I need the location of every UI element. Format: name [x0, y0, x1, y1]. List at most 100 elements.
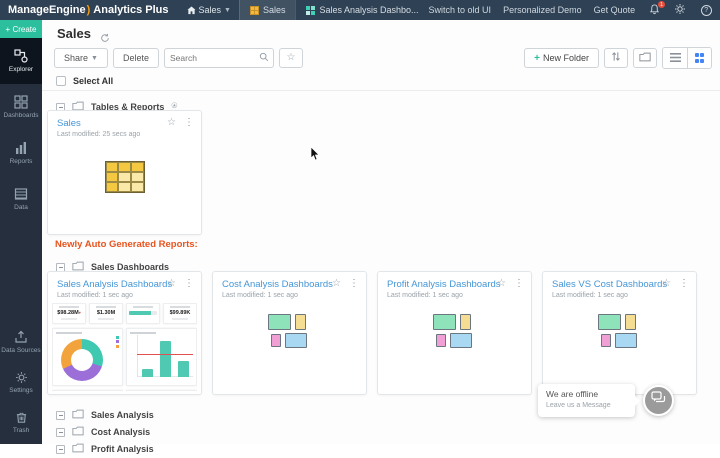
brand-swoosh: ) — [86, 4, 91, 16]
topbar-right: Switch to old UI Personalized Demo Get Q… — [429, 1, 720, 17]
chat-button[interactable] — [643, 385, 674, 416]
sidebar-item-explorer[interactable]: Explorer — [0, 38, 42, 84]
card-header: Sales Last modified: 25 secs ago ☆ ⋮ — [48, 111, 201, 140]
workspace-name: Sales — [198, 5, 222, 15]
sidebar-item-settings[interactable]: Settings — [0, 362, 42, 402]
chart-legend — [116, 335, 119, 348]
tab-sales-analysis-dashboard[interactable]: Sales Analysis Dashbo... — [295, 0, 428, 20]
kebab-menu-icon[interactable]: ⋮ — [349, 279, 359, 289]
kebab-menu-icon[interactable]: ⋮ — [184, 279, 194, 289]
share-button[interactable]: Share ▼ — [54, 48, 108, 68]
brand-name: ManageEngine — [8, 4, 86, 16]
card-sales-analysis-dashboards[interactable]: Sales Analysis Dashboards Last modified:… — [47, 271, 202, 395]
section-sales-analysis: Sales Analysis — [56, 406, 154, 424]
list-view-button[interactable] — [663, 48, 687, 68]
sort-button[interactable] — [604, 48, 628, 68]
star-icon[interactable]: ☆ — [497, 279, 506, 289]
bar-chart-panel — [126, 327, 197, 386]
reports-icon — [14, 141, 28, 155]
chevron-down-icon: ▼ — [224, 6, 231, 14]
data-sources-icon — [14, 330, 28, 344]
select-all-label: Select All — [73, 76, 114, 86]
folder-icon — [72, 423, 84, 441]
sidebar-item-data[interactable]: Data — [0, 176, 42, 222]
new-folder-button[interactable]: + New Folder — [524, 48, 599, 68]
bar-chart — [139, 337, 192, 377]
dashboard-thumbnail-icon — [267, 314, 312, 352]
card-sales-table[interactable]: Sales Last modified: 25 secs ago ☆ ⋮ — [47, 110, 202, 235]
data-icon — [14, 187, 28, 201]
settings-button[interactable] — [673, 3, 687, 17]
select-all-row: Select All — [56, 76, 113, 86]
card-modified: Last modified: 1 sec ago — [387, 292, 463, 299]
search-input[interactable] — [164, 53, 259, 63]
create-button[interactable]: + Create — [0, 20, 42, 38]
tab-label: Sales Analysis Dashbo... — [319, 5, 419, 15]
star-icon: ☆ — [286, 52, 296, 63]
plus-icon: + — [534, 52, 540, 64]
star-icon[interactable]: ☆ — [662, 279, 671, 289]
section-label: Profit Analysis — [91, 444, 154, 454]
tab-sales[interactable]: Sales — [238, 0, 296, 20]
dashboard-thumbnail-icon — [432, 314, 477, 352]
card-profit-analysis-dashboards[interactable]: Profit Analysis Dashboards Last modified… — [377, 271, 532, 395]
sidebar-item-data-sources[interactable]: Data Sources — [0, 322, 42, 362]
folder-icon — [639, 49, 651, 67]
personalized-demo-link[interactable]: Personalized Demo — [503, 5, 582, 15]
sort-icon — [611, 49, 621, 67]
select-all-checkbox[interactable] — [56, 76, 66, 86]
main-content: Sales Share▼ Delete ☆ +New Folder Select… — [42, 20, 720, 454]
switch-to-old-ui-link[interactable]: Switch to old UI — [429, 5, 492, 15]
question-icon: ? — [700, 4, 712, 16]
collapse-icon[interactable] — [56, 444, 65, 454]
app-logo: ManageEngine) Analytics Plus — [0, 4, 179, 16]
collapse-icon[interactable] — [56, 427, 65, 437]
sidebar-item-label: Trash — [12, 426, 30, 434]
sidebar-item-trash[interactable]: Trash — [0, 402, 42, 442]
donut-chart-panel — [52, 327, 123, 386]
sidebar-item-label: Data Sources — [1, 347, 41, 354]
sidebar-item-dashboards[interactable]: Dashboards — [0, 84, 42, 130]
kpi-card: $99.89K — [163, 303, 197, 324]
card-sales-vs-cost-dashboards[interactable]: Sales VS Cost Dashboards Last modified: … — [542, 271, 697, 395]
refresh-icon[interactable] — [100, 30, 110, 48]
card-cost-analysis-dashboards[interactable]: Cost Analysis Dashboards Last modified: … — [212, 271, 367, 395]
notifications-button[interactable]: 1 — [647, 1, 666, 17]
get-quote-link[interactable]: Get Quote — [594, 5, 636, 15]
auto-generated-banner: Newly Auto Generated Reports: — [55, 239, 198, 250]
star-icon[interactable]: ☆ — [167, 118, 176, 128]
kebab-menu-icon[interactable]: ⋮ — [679, 279, 689, 289]
dashboards-icon — [14, 95, 28, 109]
search-icon[interactable] — [259, 49, 273, 67]
star-icon[interactable]: ☆ — [332, 279, 341, 289]
star-icon[interactable]: ☆ — [167, 279, 176, 289]
grid-icon — [694, 53, 705, 63]
trash-icon — [15, 411, 28, 424]
chevron-down-icon: ▼ — [91, 54, 98, 62]
table-icon — [249, 5, 259, 15]
chat-bubbles-icon — [650, 391, 667, 410]
tab-label: Sales — [262, 5, 286, 15]
collapse-icon[interactable] — [56, 410, 65, 420]
sidebar-item-reports[interactable]: Reports — [0, 130, 42, 176]
kebab-menu-icon[interactable]: ⋮ — [514, 279, 524, 289]
card-actions: ☆ ⋮ — [167, 118, 194, 128]
mini-panel — [126, 389, 197, 391]
workspace-selector[interactable]: Sales ▼ — [179, 0, 239, 20]
grid-view-button[interactable] — [687, 48, 711, 68]
help-button[interactable]: ? — [699, 3, 713, 17]
favorites-filter-button[interactable]: ☆ — [278, 48, 303, 68]
notification-badge: 1 — [658, 1, 666, 8]
chat-status: We are offline — [546, 389, 599, 399]
folder-view-button[interactable] — [633, 48, 657, 68]
home-icon — [186, 5, 196, 15]
sidebar-item-label: Settings — [9, 386, 33, 394]
dashboard-icon — [306, 5, 316, 15]
sidebar-item-label: Reports — [9, 158, 33, 165]
chat-tooltip: We are offline Leave us a Message — [538, 384, 640, 417]
threshold-line — [137, 353, 193, 355]
dashboard-thumbnail: $98.28M▾ $1.30M $99.89K — [52, 303, 197, 391]
section-cost-analysis: Cost Analysis — [56, 423, 150, 441]
delete-button[interactable]: Delete — [112, 48, 159, 68]
kebab-menu-icon[interactable]: ⋮ — [184, 118, 194, 128]
